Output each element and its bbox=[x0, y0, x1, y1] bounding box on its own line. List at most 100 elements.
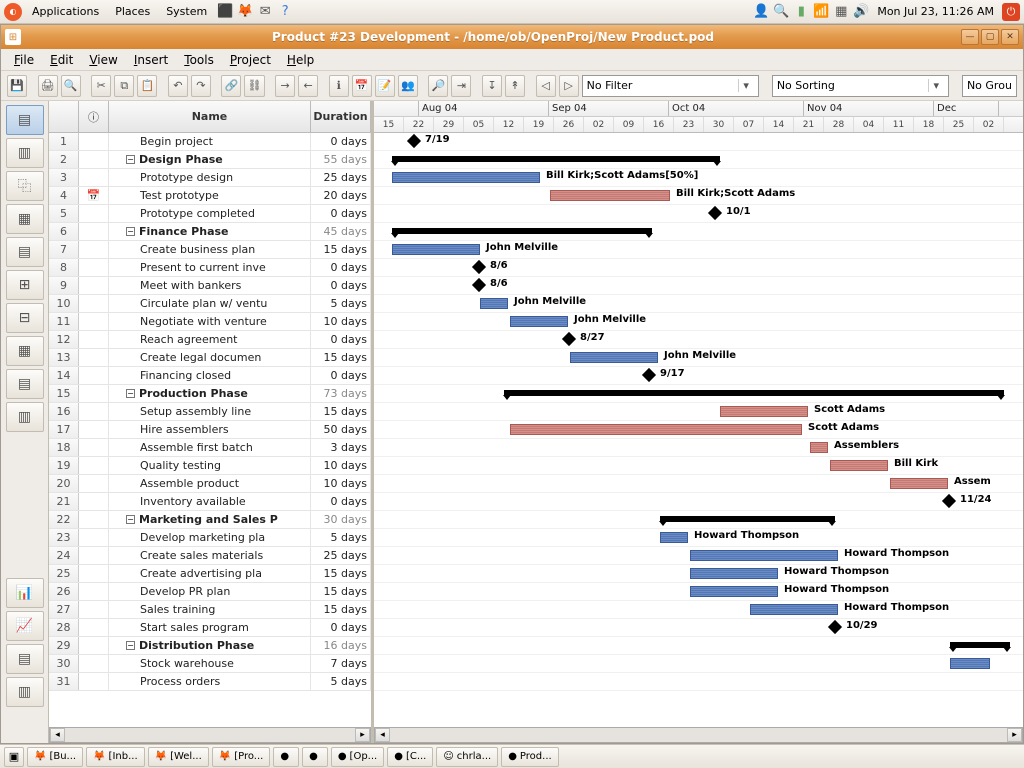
milestone-icon[interactable] bbox=[407, 134, 421, 148]
prev-button[interactable]: ◁ bbox=[536, 75, 556, 97]
task-bar[interactable] bbox=[950, 658, 990, 669]
duration-cell[interactable]: 5 days bbox=[311, 295, 371, 312]
gantt-row[interactable]: 10/29 bbox=[374, 619, 1023, 637]
taskbar-button[interactable]: 🦊[Wel... bbox=[148, 747, 209, 767]
gantt-row[interactable]: 8/6 bbox=[374, 277, 1023, 295]
info-button[interactable]: ℹ bbox=[329, 75, 349, 97]
name-cell[interactable]: Develop PR plan bbox=[109, 583, 311, 600]
name-cell[interactable]: Create advertising pla bbox=[109, 565, 311, 582]
duration-cell[interactable]: 0 days bbox=[311, 619, 371, 636]
gantt-row[interactable] bbox=[374, 151, 1023, 169]
gantt-row[interactable]: Bill Kirk bbox=[374, 457, 1023, 475]
close-button[interactable]: ✕ bbox=[1001, 29, 1019, 45]
volume-icon[interactable]: 🔊 bbox=[853, 4, 869, 20]
preview-button[interactable]: 🔍 bbox=[61, 75, 81, 97]
duration-header[interactable]: Duration bbox=[311, 101, 371, 132]
gantt-row[interactable] bbox=[374, 673, 1023, 691]
duration-cell[interactable]: 0 days bbox=[311, 205, 371, 222]
next-button[interactable]: ▷ bbox=[559, 75, 579, 97]
task-bar[interactable] bbox=[392, 172, 540, 183]
table-row[interactable]: 29−Distribution Phase16 days bbox=[49, 637, 371, 655]
duration-cell[interactable]: 15 days bbox=[311, 583, 371, 600]
gantt-row[interactable]: Howard Thompson bbox=[374, 565, 1023, 583]
name-cell[interactable]: −Production Phase bbox=[109, 385, 311, 402]
table-row[interactable]: 26Develop PR plan15 days bbox=[49, 583, 371, 601]
taskbar-button[interactable]: 🦊[Pro... bbox=[212, 747, 271, 767]
tray-app-icon[interactable]: ⬛ bbox=[217, 4, 233, 20]
taskbar-button[interactable]: 🦊[Bu... bbox=[27, 747, 83, 767]
duration-cell[interactable]: 45 days bbox=[311, 223, 371, 240]
name-cell[interactable]: Assemble product bbox=[109, 475, 311, 492]
table-row[interactable]: 13Create legal documen15 days bbox=[49, 349, 371, 367]
gantt-row[interactable]: Bill Kirk;Scott Adams bbox=[374, 187, 1023, 205]
user-icon[interactable]: 👤 bbox=[753, 4, 769, 20]
show-desktop-button[interactable]: ▣ bbox=[4, 747, 24, 767]
duration-cell[interactable]: 16 days bbox=[311, 637, 371, 654]
table-row[interactable]: 24Create sales materials25 days bbox=[49, 547, 371, 565]
calendar-button[interactable]: 📅 bbox=[352, 75, 372, 97]
table-row[interactable]: 23Develop marketing pla5 days bbox=[49, 529, 371, 547]
search-icon[interactable]: 🔍 bbox=[773, 4, 789, 20]
table-row[interactable]: 14Financing closed0 days bbox=[49, 367, 371, 385]
gantt-row[interactable]: John Melville bbox=[374, 241, 1023, 259]
battery-icon[interactable]: ▮ bbox=[793, 4, 809, 20]
task-bar[interactable] bbox=[810, 442, 828, 453]
table-row[interactable]: 28Start sales program0 days bbox=[49, 619, 371, 637]
histogram-button[interactable]: 📊 bbox=[6, 578, 44, 608]
task-bar[interactable] bbox=[690, 586, 778, 597]
milestone-icon[interactable] bbox=[472, 260, 486, 274]
name-cell[interactable]: Setup assembly line bbox=[109, 403, 311, 420]
resources-view-button[interactable]: ▦ bbox=[6, 204, 44, 234]
name-cell[interactable]: Assemble first batch bbox=[109, 439, 311, 456]
task-bar[interactable] bbox=[570, 352, 658, 363]
duration-cell[interactable]: 73 days bbox=[311, 385, 371, 402]
gantt-row[interactable]: John Melville bbox=[374, 349, 1023, 367]
rbs-view-button[interactable]: ⊟ bbox=[6, 303, 44, 333]
duration-cell[interactable]: 5 days bbox=[311, 673, 371, 690]
name-cell[interactable]: Create business plan bbox=[109, 241, 311, 258]
gantt-row[interactable]: 10/1 bbox=[374, 205, 1023, 223]
keep-button[interactable]: ↧ bbox=[482, 75, 502, 97]
wbs-view-button[interactable]: ⊞ bbox=[6, 270, 44, 300]
name-cell[interactable]: Create sales materials bbox=[109, 547, 311, 564]
duration-cell[interactable]: 10 days bbox=[311, 457, 371, 474]
duration-cell[interactable]: 20 days bbox=[311, 187, 371, 204]
gantt-row[interactable] bbox=[374, 655, 1023, 673]
name-cell[interactable]: Financing closed bbox=[109, 367, 311, 384]
task-bar[interactable] bbox=[550, 190, 670, 201]
summary-bar[interactable] bbox=[504, 390, 1004, 396]
gantt-row[interactable]: 11/24 bbox=[374, 493, 1023, 511]
taskbar-button[interactable]: ●Prod... bbox=[501, 747, 558, 767]
report-view-button[interactable]: ▦ bbox=[6, 336, 44, 366]
gantt-row[interactable]: John Melville bbox=[374, 295, 1023, 313]
print-button[interactable]: 🖨 bbox=[38, 75, 58, 97]
duration-cell[interactable]: 15 days bbox=[311, 241, 371, 258]
link-button[interactable]: 🔗 bbox=[221, 75, 241, 97]
collapse-icon[interactable]: − bbox=[126, 515, 135, 524]
power-button[interactable]: ⏻ bbox=[1002, 3, 1020, 21]
menu-help[interactable]: Help bbox=[280, 51, 321, 69]
gantt-row[interactable]: 7/19 bbox=[374, 133, 1023, 151]
taskbar-button[interactable]: ☺chrla... bbox=[436, 747, 498, 767]
name-cell[interactable]: Develop marketing pla bbox=[109, 529, 311, 546]
duration-cell[interactable]: 3 days bbox=[311, 439, 371, 456]
indicator-header[interactable]: ⓘ bbox=[79, 101, 109, 132]
milestone-icon[interactable] bbox=[642, 368, 656, 382]
menu-file[interactable]: File bbox=[7, 51, 41, 69]
duration-cell[interactable]: 15 days bbox=[311, 349, 371, 366]
gantt-hscroll[interactable]: ◂▸ bbox=[374, 727, 1023, 743]
duration-cell[interactable]: 25 days bbox=[311, 169, 371, 186]
name-cell[interactable]: Test prototype bbox=[109, 187, 311, 204]
notes-button[interactable]: 📝 bbox=[375, 75, 395, 97]
goto-button[interactable]: ⇥ bbox=[451, 75, 471, 97]
table-row[interactable]: 4📅Test prototype20 days bbox=[49, 187, 371, 205]
duration-cell[interactable]: 7 days bbox=[311, 655, 371, 672]
gantt-row[interactable]: John Melville bbox=[374, 313, 1023, 331]
ubuntu-logo-icon[interactable]: ◐ bbox=[4, 3, 22, 21]
table-row[interactable]: 21Inventory available0 days bbox=[49, 493, 371, 511]
menu-insert[interactable]: Insert bbox=[127, 51, 175, 69]
collapse-icon[interactable]: − bbox=[126, 155, 135, 164]
task-bar[interactable] bbox=[480, 298, 508, 309]
task-bar[interactable] bbox=[392, 244, 480, 255]
assign-button[interactable]: 👥 bbox=[398, 75, 418, 97]
